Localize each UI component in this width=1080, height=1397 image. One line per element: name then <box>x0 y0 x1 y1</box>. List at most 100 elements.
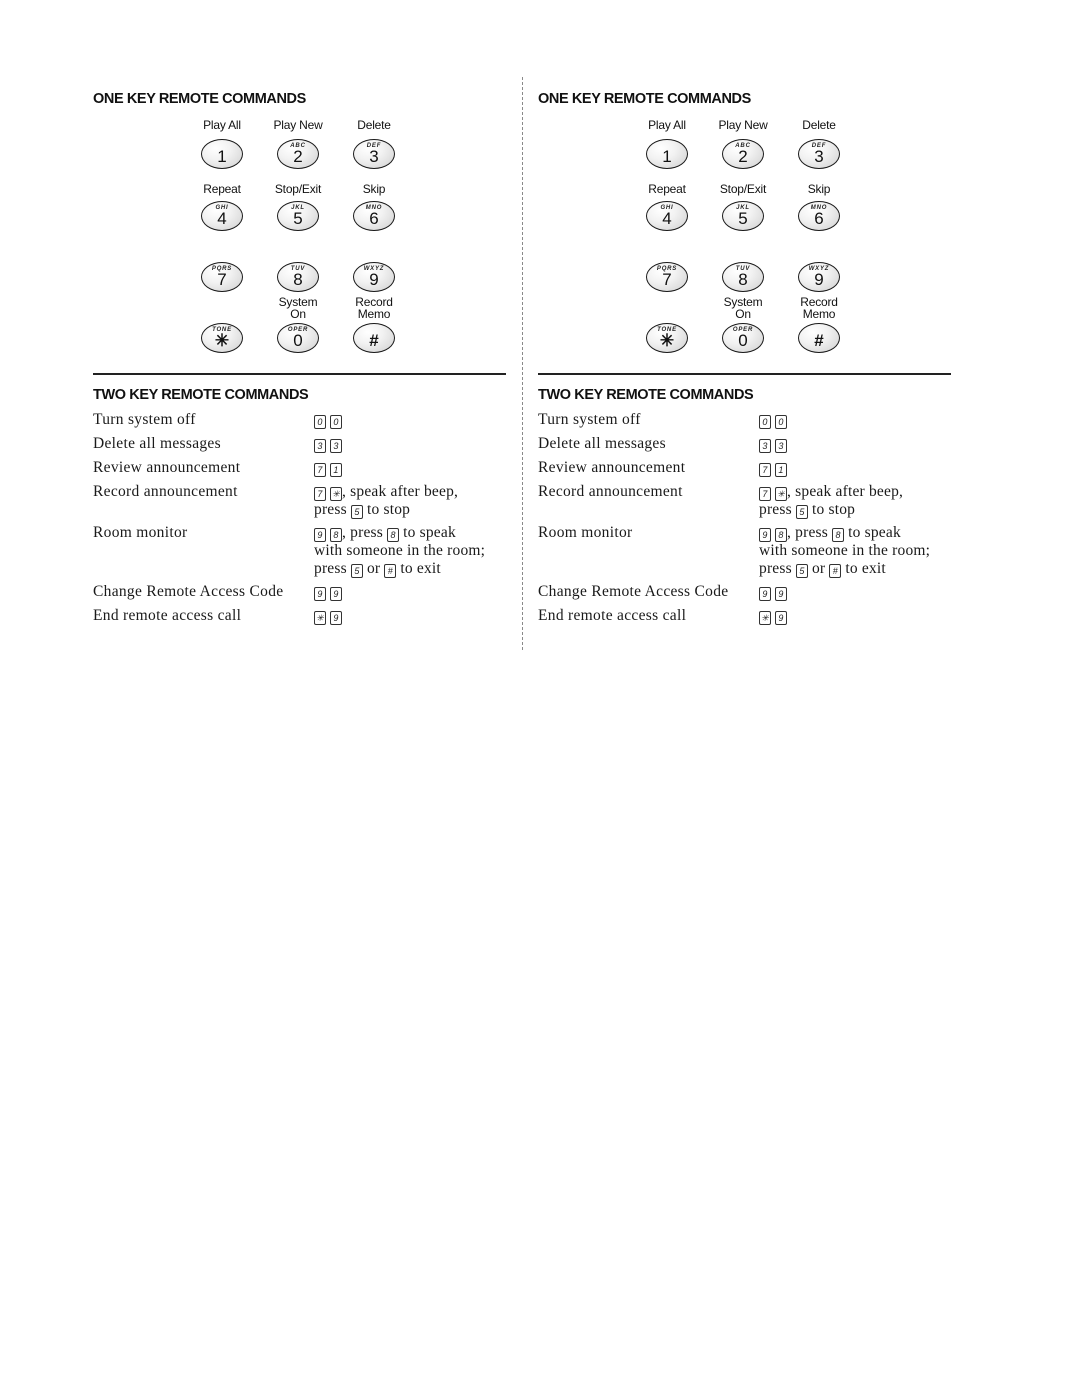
command-keys: 71 <box>759 459 959 477</box>
key-cell-3: Delete <box>336 119 412 131</box>
key-9-button[interactable]: WXYZ 9 <box>798 262 840 292</box>
key-cell-0-label: System On <box>705 296 781 320</box>
key-8-button[interactable]: TUV 8 <box>277 262 319 292</box>
command-keys: ✳ 9 <box>314 607 514 625</box>
key-7-button[interactable]: PQRS 7 <box>201 262 243 292</box>
key-digit: 0 <box>293 331 303 350</box>
key-box: # <box>829 564 842 578</box>
key-label: Delete <box>802 118 836 132</box>
command-text: press <box>759 501 792 518</box>
command-keys: 99 <box>759 583 959 601</box>
hash-icon: # <box>814 331 824 350</box>
command-keys: 7 ✳, speak after beep, press 5 to stop <box>759 483 959 519</box>
key-label: Play All <box>203 118 241 132</box>
key-box: 9 <box>314 587 326 601</box>
section-rule <box>93 373 506 375</box>
key-digit: 2 <box>293 147 303 166</box>
key-box: 9 <box>314 528 326 542</box>
key-star-button[interactable]: TONE ✳ <box>201 323 243 353</box>
key-star-button[interactable]: TONE ✳ <box>646 323 688 353</box>
key-hash-button[interactable]: # <box>798 323 840 353</box>
command-name: Delete all messages <box>93 435 221 452</box>
star-icon: ✳ <box>214 331 230 350</box>
key-6-button[interactable]: MNO 6 <box>798 201 840 231</box>
key-box: 8 <box>330 528 342 542</box>
command-text: press <box>759 560 792 577</box>
key-7-button[interactable]: PQRS 7 <box>646 262 688 292</box>
command-name: Change Remote Access Code <box>93 583 284 600</box>
command-keys: 33 <box>314 435 514 453</box>
key-8-button[interactable]: TUV 8 <box>722 262 764 292</box>
left-column: ONE KEY REMOTE COMMANDS Play All 1 Play … <box>93 0 507 660</box>
key-label: Repeat <box>203 182 241 196</box>
command-text: press <box>314 501 347 518</box>
key-digit: 9 <box>814 270 824 289</box>
command-text: to speak <box>403 524 456 541</box>
key-box: 3 <box>330 439 342 453</box>
command-name: Review announcement <box>93 459 241 476</box>
key-box: 3 <box>759 439 771 453</box>
command-keys: 99 <box>314 583 514 601</box>
key-0-button[interactable]: OPER 0 <box>277 323 319 353</box>
key-3-button[interactable]: DEF 3 <box>798 139 840 169</box>
command-text: to stop <box>366 501 411 518</box>
key-box: 9 <box>775 611 787 625</box>
command-keys: 7 ✳, speak after beep, press 5 to stop <box>314 483 514 519</box>
key-box: # <box>384 564 397 578</box>
key-label: Delete <box>357 118 391 132</box>
key-2-button[interactable]: ABC 2 <box>277 139 319 169</box>
command-text: , speak after beep, <box>342 483 459 500</box>
key-5-button[interactable]: JKL 5 <box>277 201 319 231</box>
key-box: 9 <box>759 528 771 542</box>
command-name: End remote access call <box>93 607 242 624</box>
key-cell-hash-label: Record Memo <box>781 296 857 320</box>
key-box: ✳ <box>314 611 326 625</box>
key-cell-5: Stop/Exit <box>260 183 336 195</box>
command-keys: 98, press 8 to speak with someone in the … <box>314 524 514 578</box>
key-1-button[interactable]: 1 <box>201 139 243 169</box>
command-text: to speak <box>848 524 901 541</box>
key-5-button[interactable]: JKL 5 <box>722 201 764 231</box>
key-digit: 7 <box>662 270 672 289</box>
key-cell-4: Repeat <box>629 183 705 195</box>
command-keys: 71 <box>314 459 514 477</box>
key-box: 8 <box>775 528 787 542</box>
key-box: ✳ <box>775 487 787 501</box>
command-keys: 98, press 8 to speak with someone in the … <box>759 524 959 578</box>
key-label: Stop/Exit <box>719 182 767 196</box>
key-label: On <box>290 307 306 321</box>
two-key-heading: TWO KEY REMOTE COMMANDS <box>93 387 309 403</box>
command-text: , press <box>342 524 384 541</box>
key-2-button[interactable]: ABC 2 <box>722 139 764 169</box>
key-0-button[interactable]: OPER 0 <box>722 323 764 353</box>
command-keys: ✳ 9 <box>759 607 959 625</box>
key-3-button[interactable]: DEF 3 <box>353 139 395 169</box>
key-label: Play New <box>718 118 768 132</box>
command-name: Record announcement <box>93 483 238 500</box>
command-text: or <box>366 560 381 577</box>
command-text: press <box>314 560 347 577</box>
key-6-button[interactable]: MNO 6 <box>353 201 395 231</box>
command-name: End remote access call <box>538 607 687 624</box>
key-box: 5 <box>350 564 363 578</box>
key-1-button[interactable]: 1 <box>646 139 688 169</box>
key-box: 7 <box>314 463 326 477</box>
command-name: Change Remote Access Code <box>538 583 729 600</box>
key-digit: 1 <box>662 147 672 166</box>
command-text: with someone in the room; <box>759 542 931 559</box>
key-cell-2: Play New <box>705 119 781 131</box>
hash-icon: # <box>369 331 379 350</box>
column-divider <box>522 77 523 650</box>
key-digit: 4 <box>662 209 672 228</box>
key-hash-button[interactable]: # <box>353 323 395 353</box>
key-digit: 5 <box>738 209 748 228</box>
key-9-button[interactable]: WXYZ 9 <box>353 262 395 292</box>
key-4-button[interactable]: GHI 4 <box>646 201 688 231</box>
command-keys: 00 <box>759 411 959 429</box>
key-label: Repeat <box>648 182 686 196</box>
key-cell-1: Play All <box>629 119 705 131</box>
key-box: 5 <box>350 505 363 519</box>
command-name: Room monitor <box>93 524 188 541</box>
key-digit: 9 <box>369 270 379 289</box>
key-4-button[interactable]: GHI 4 <box>201 201 243 231</box>
